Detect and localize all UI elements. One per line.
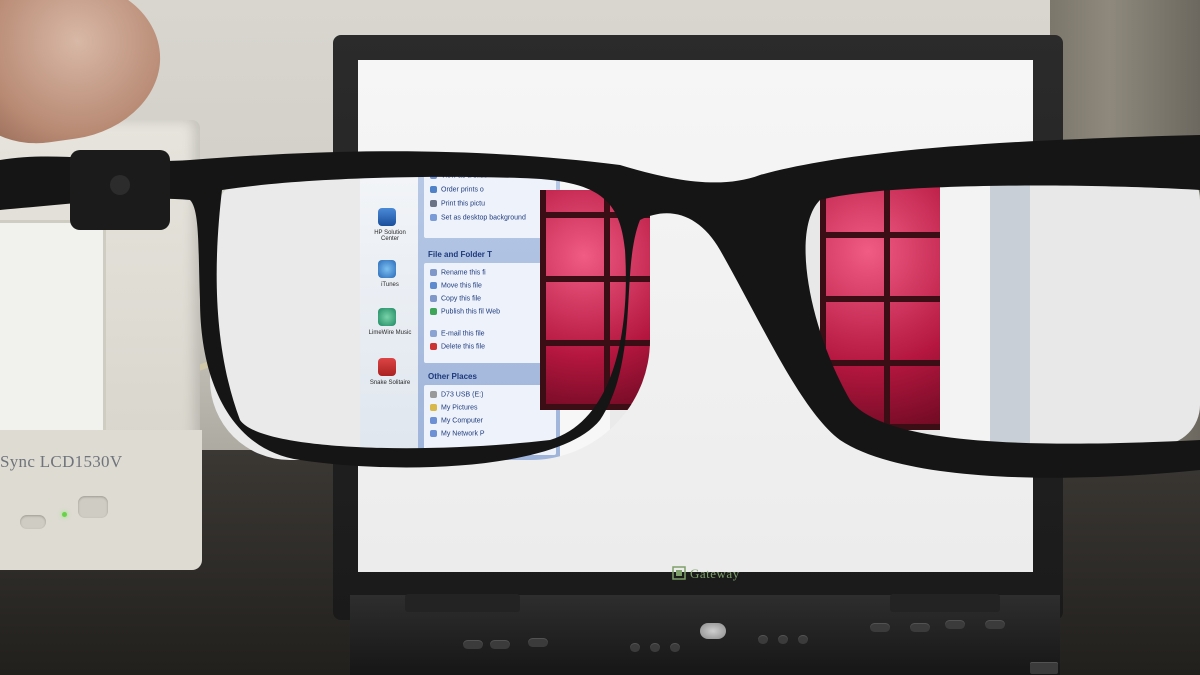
launch-button [870, 623, 890, 632]
place-link: My Computer [430, 417, 483, 424]
launch-button [945, 620, 965, 629]
close-icon [972, 166, 982, 175]
panel-title: Other Places [428, 372, 477, 381]
mute-button [528, 638, 548, 647]
right-lens-view [800, 160, 1200, 445]
window-border [990, 175, 1030, 445]
media-button [798, 635, 808, 644]
red-cube-wallpaper [820, 175, 940, 430]
red-cube-wallpaper [540, 190, 650, 410]
laptop-hinge [405, 594, 520, 612]
monitor-button [78, 496, 108, 518]
task-link: Set as desktop background [430, 214, 550, 221]
task-link: Move this file [430, 282, 482, 289]
desktop-icon-label: iTunes [381, 282, 399, 288]
media-button [650, 643, 660, 652]
itunes-icon [378, 260, 396, 278]
place-link: D73 USB (E:) [430, 391, 483, 398]
volume-button [463, 640, 483, 649]
laptop-brand-label: Gateway [690, 566, 740, 581]
monitor-button [20, 515, 46, 529]
media-button [670, 643, 680, 652]
launch-button [985, 620, 1005, 629]
monitor-brand-label: Sync LCD1530V [0, 452, 123, 471]
power-button [700, 623, 726, 639]
key [1030, 662, 1058, 674]
task-link: Publish this fil Web [430, 308, 540, 315]
power-led [62, 512, 67, 517]
laptop-hinge [890, 594, 1000, 612]
media-button [758, 635, 768, 644]
snake-game-icon [378, 358, 396, 376]
desktop-icon-label: HP Solution Center [374, 230, 406, 242]
left-lens-view: HP Solution Center iTunes LimeWire Music… [210, 170, 650, 460]
media-button [630, 643, 640, 652]
photo-scene: Sync LCD1530V Gateway HP Solution Center… [0, 0, 1200, 675]
limewire-icon [378, 308, 396, 326]
media-button [778, 635, 788, 644]
hp-solution-center-icon [378, 208, 396, 226]
task-link: Delete this file [430, 343, 485, 350]
gateway-logo-icon [672, 566, 686, 580]
task-link: E-mail this file [430, 330, 485, 337]
window-edge [940, 175, 990, 445]
place-link: My Pictures [430, 404, 478, 411]
task-link: Order prints o [430, 186, 484, 193]
panel-title: File and Folder T [428, 250, 493, 259]
minimize-icon [948, 166, 958, 175]
desktop-icon-label: Snake Solitaire [369, 380, 411, 386]
task-link: Print this pictu [430, 200, 485, 207]
task-link: Rename this fi [430, 269, 486, 276]
place-link: My Network P [430, 430, 485, 437]
task-link: View as a slide [430, 172, 488, 179]
desktop-icon-label: LimeWire Music [368, 330, 412, 336]
volume-button [490, 640, 510, 649]
launch-button [910, 623, 930, 632]
task-link: Copy this file [430, 295, 481, 302]
maximize-icon [960, 166, 970, 175]
